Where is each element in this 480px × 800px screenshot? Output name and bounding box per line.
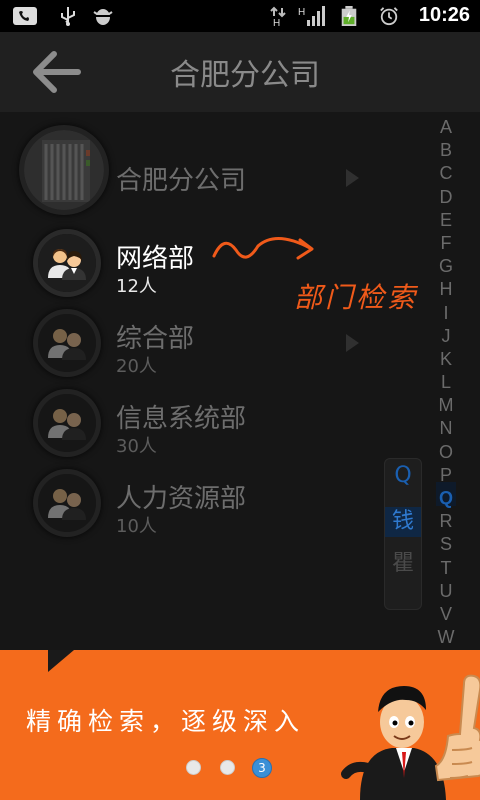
page-title: 合肥分公司	[170, 58, 320, 93]
usb-icon	[61, 7, 75, 26]
group-users-icon	[38, 394, 96, 452]
member-count: 20人	[116, 356, 157, 377]
svg-text:H: H	[298, 7, 305, 18]
index-letter-k[interactable]: K	[434, 348, 458, 371]
index-letter-q[interactable]: Q	[434, 487, 458, 510]
index-letter-j[interactable]: J	[434, 325, 458, 348]
clock-time: 10:26	[418, 4, 470, 26]
popup-selected-surname[interactable]: 钱	[385, 507, 421, 537]
index-letter-i[interactable]: I	[434, 302, 458, 325]
index-letter-d[interactable]: D	[434, 186, 458, 209]
list-item-info-systems-dept[interactable]: 信息系统部 30人	[0, 384, 430, 464]
index-letter-b[interactable]: B	[434, 139, 458, 162]
android-debug-icon	[93, 9, 113, 25]
index-letter-t[interactable]: T	[434, 557, 458, 580]
group-users-icon	[38, 474, 96, 532]
member-count: 12人	[116, 276, 157, 297]
phone-icon	[13, 7, 37, 25]
signal-icon: H	[298, 6, 325, 26]
index-letter-h[interactable]: H	[434, 278, 458, 301]
list-item-label: 信息系统部	[116, 404, 247, 434]
status-bar: H H 10:26	[0, 0, 480, 32]
index-letter-g[interactable]: G	[434, 255, 458, 278]
index-letter-s[interactable]: S	[434, 533, 458, 556]
thumbs-up-mascot-icon	[341, 674, 480, 800]
chevron-right-icon	[346, 169, 359, 187]
annotation-label: 部门检索	[294, 281, 419, 314]
index-popup: Q 钱 瞿	[384, 458, 422, 610]
index-letter-p[interactable]: P	[434, 464, 458, 487]
list-item-label: 合肥分公司	[116, 166, 247, 196]
list-item-company[interactable]: 合肥分公司	[0, 130, 430, 212]
data-transfer-icon: H	[270, 6, 286, 26]
battery-icon	[341, 6, 357, 26]
company-building-icon	[24, 130, 104, 210]
index-letter-e[interactable]: E	[434, 209, 458, 232]
banner-notch	[48, 650, 74, 672]
alphabet-index-bar[interactable]: ABCDEFGHIJKLMNOPQRSTUVW	[434, 116, 458, 649]
page-dot-active[interactable]: 3	[252, 758, 272, 778]
svg-text:H: H	[273, 18, 280, 26]
page-dot[interactable]	[186, 760, 201, 775]
list-item-label: 综合部	[116, 324, 195, 354]
alarm-icon	[380, 7, 398, 26]
page-dot[interactable]	[220, 760, 235, 775]
popup-letter: Q	[394, 463, 412, 488]
list-item-hr-dept[interactable]: 人力资源部 10人	[0, 464, 430, 544]
index-letter-n[interactable]: N	[434, 417, 458, 440]
index-letter-u[interactable]: U	[434, 580, 458, 603]
banner-slogan: 精确检索，逐级深入	[26, 707, 306, 736]
list-item-label: 人力资源部	[116, 484, 247, 514]
group-users-icon	[38, 314, 96, 372]
title-bar: 合肥分公司	[0, 32, 480, 112]
index-letter-r[interactable]: R	[434, 510, 458, 533]
index-letter-v[interactable]: V	[434, 603, 458, 626]
index-letter-c[interactable]: C	[434, 162, 458, 185]
popup-next-surname[interactable]: 瞿	[385, 545, 421, 577]
member-count: 10人	[116, 516, 157, 537]
index-letter-l[interactable]: L	[434, 371, 458, 394]
group-users-icon	[38, 234, 96, 292]
index-letter-f[interactable]: F	[434, 232, 458, 255]
chevron-right-icon	[346, 334, 359, 352]
index-letter-o[interactable]: O	[434, 441, 458, 464]
member-count: 30人	[116, 436, 157, 457]
index-letter-m[interactable]: M	[434, 394, 458, 417]
index-letter-w[interactable]: W	[434, 626, 458, 649]
list-item-general-dept[interactable]: 综合部 20人	[0, 304, 430, 384]
list-item-label: 网络部	[116, 244, 195, 274]
curved-arrow-icon	[212, 237, 314, 260]
index-letter-a[interactable]: A	[434, 116, 458, 139]
